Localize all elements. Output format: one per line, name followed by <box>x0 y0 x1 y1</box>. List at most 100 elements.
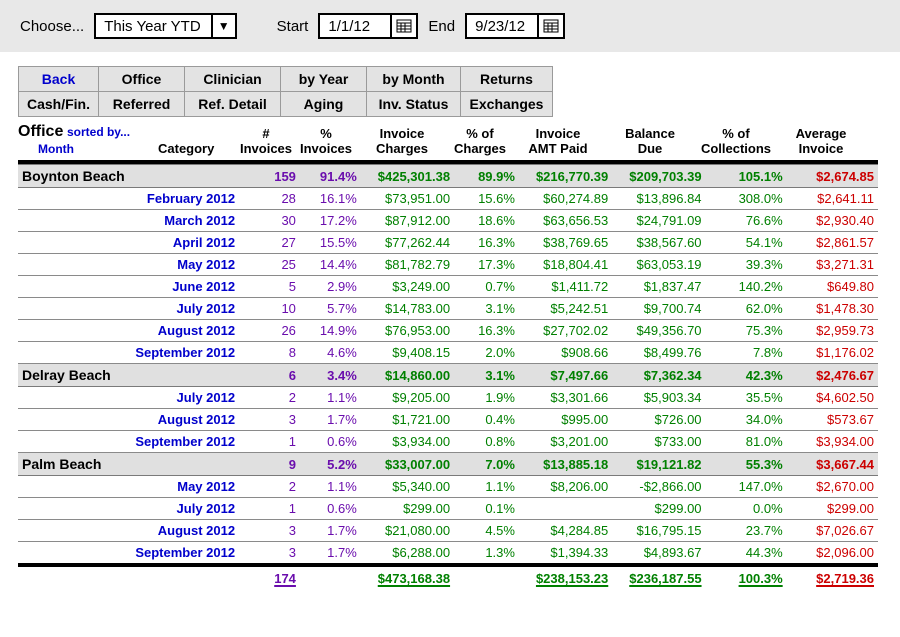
group-row[interactable]: Palm Beach95.2%$33,007.007.0%$13,885.18$… <box>18 453 878 476</box>
cell-paid: $908.66 <box>519 342 612 364</box>
group-name: Delray Beach <box>18 364 239 387</box>
cell-pct-charges: 17.3% <box>454 254 519 276</box>
cell-balance: $38,567.60 <box>612 232 705 254</box>
end-label: End <box>428 18 455 35</box>
tab-cash-fin[interactable]: Cash/Fin. <box>19 92 99 117</box>
tab-back[interactable]: Back <box>19 67 99 92</box>
cell-avg-invoice: $2,930.40 <box>787 210 878 232</box>
cell-pct-collections: 75.3% <box>706 320 787 342</box>
cell-num-invoices: 26 <box>239 320 300 342</box>
tab-office[interactable]: Office <box>99 67 185 92</box>
cell-avg-invoice: $649.80 <box>787 276 878 298</box>
detail-row[interactable]: April 20122715.5%$77,262.4416.3%$38,769.… <box>18 232 878 254</box>
group-name: Palm Beach <box>18 453 239 476</box>
cell-pct-collections: 42.3% <box>706 364 787 387</box>
cell-num-invoices: 25 <box>239 254 300 276</box>
cell-num-invoices: 28 <box>239 188 300 210</box>
cell-pct-charges: 15.6% <box>454 188 519 210</box>
cell-month: August 2012 <box>18 520 239 542</box>
cell-pct-charges: 3.1% <box>454 364 519 387</box>
tab-inv-status[interactable]: Inv. Status <box>367 92 461 117</box>
start-label: Start <box>277 18 309 35</box>
cell-pct-invoices: 1.7% <box>300 409 361 431</box>
tab-ref-detail[interactable]: Ref. Detail <box>185 92 281 117</box>
tab-referred[interactable]: Referred <box>99 92 185 117</box>
cell-pct-invoices: 17.2% <box>300 210 361 232</box>
detail-row[interactable]: May 20122514.4%$81,782.7917.3%$18,804.41… <box>18 254 878 276</box>
cell-pct-charges: 7.0% <box>454 453 519 476</box>
detail-row[interactable]: September 201231.7%$6,288.001.3%$1,394.3… <box>18 542 878 566</box>
cell-balance: $19,121.82 <box>612 453 705 476</box>
cell-balance: $209,703.39 <box>612 165 705 188</box>
detail-row[interactable]: July 201210.6%$299.000.1%$299.000.0%$299… <box>18 498 878 520</box>
cell-paid: $3,301.66 <box>519 387 612 409</box>
cell-paid: $8,206.00 <box>519 476 612 498</box>
header-num-invoices: #Invoices <box>236 126 296 156</box>
cell-pct-charges: 1.3% <box>454 542 519 566</box>
cell-month: April 2012 <box>18 232 239 254</box>
preset-dropdown[interactable]: This Year YTD ▼ <box>94 13 236 39</box>
cell-pct-invoices: 5.2% <box>300 453 361 476</box>
column-header: Office sorted by... Month Category #Invo… <box>18 123 878 164</box>
cell-num-invoices: 8 <box>239 342 300 364</box>
cell-num-invoices: 3 <box>239 520 300 542</box>
cell-charges: $9,205.00 <box>361 387 454 409</box>
total-avg-invoice: $2,719.36 <box>787 565 878 589</box>
tab-clinician[interactable]: Clinician <box>185 67 281 92</box>
total-num-invoices: 174 <box>239 565 300 589</box>
detail-row[interactable]: August 20122614.9%$76,953.0016.3%$27,702… <box>18 320 878 342</box>
cell-avg-invoice: $4,602.50 <box>787 387 878 409</box>
start-date-input[interactable]: 1/1/12 <box>318 13 418 39</box>
tab-by-year[interactable]: by Year <box>281 67 367 92</box>
cell-paid: $13,885.18 <box>519 453 612 476</box>
cell-avg-invoice: $1,478.30 <box>787 298 878 320</box>
cell-charges: $76,953.00 <box>361 320 454 342</box>
detail-row[interactable]: August 201231.7%$1,721.000.4%$995.00$726… <box>18 409 878 431</box>
cell-pct-charges: 4.5% <box>454 520 519 542</box>
grand-total-row: 174$473,168.38$238,153.23$236,187.55100.… <box>18 565 878 589</box>
cell-pct-invoices: 1.7% <box>300 520 361 542</box>
cell-charges: $73,951.00 <box>361 188 454 210</box>
detail-row[interactable]: June 201252.9%$3,249.000.7%$1,411.72$1,8… <box>18 276 878 298</box>
detail-row[interactable]: September 201210.6%$3,934.000.8%$3,201.0… <box>18 431 878 453</box>
cell-charges: $14,860.00 <box>361 364 454 387</box>
detail-row[interactable]: July 201221.1%$9,205.001.9%$3,301.66$5,9… <box>18 387 878 409</box>
cell-avg-invoice: $2,674.85 <box>787 165 878 188</box>
cell-balance: $5,903.34 <box>612 387 705 409</box>
detail-row[interactable]: February 20122816.1%$73,951.0015.6%$60,2… <box>18 188 878 210</box>
cell-pct-charges: 16.3% <box>454 320 519 342</box>
cell-balance: $9,700.74 <box>612 298 705 320</box>
cell-balance: $1,837.47 <box>612 276 705 298</box>
start-date-value: 1/1/12 <box>320 15 390 37</box>
cell-pct-collections: 62.0% <box>706 298 787 320</box>
cell-charges: $1,721.00 <box>361 409 454 431</box>
tab-exchanges[interactable]: Exchanges <box>461 92 553 117</box>
cell-month: May 2012 <box>18 476 239 498</box>
group-row[interactable]: Boynton Beach15991.4%$425,301.3889.9%$21… <box>18 165 878 188</box>
cell-balance: $24,791.09 <box>612 210 705 232</box>
cell-balance: $8,499.76 <box>612 342 705 364</box>
cell-pct-charges: 2.0% <box>454 342 519 364</box>
tab-by-month[interactable]: by Month <box>367 67 461 92</box>
cell-pct-collections: 140.2% <box>706 276 787 298</box>
cell-charges: $9,408.15 <box>361 342 454 364</box>
end-date-input[interactable]: 9/23/12 <box>465 13 565 39</box>
cell-pct-charges: 0.1% <box>454 498 519 520</box>
detail-row[interactable]: August 201231.7%$21,080.004.5%$4,284.85$… <box>18 520 878 542</box>
group-row[interactable]: Delray Beach63.4%$14,860.003.1%$7,497.66… <box>18 364 878 387</box>
cell-num-invoices: 30 <box>239 210 300 232</box>
tab-aging[interactable]: Aging <box>281 92 367 117</box>
cell-month: August 2012 <box>18 320 239 342</box>
cell-avg-invoice: $2,476.67 <box>787 364 878 387</box>
cell-pct-charges: 1.1% <box>454 476 519 498</box>
detail-row[interactable]: March 20123017.2%$87,912.0018.6%$63,656.… <box>18 210 878 232</box>
detail-row[interactable]: July 2012105.7%$14,783.003.1%$5,242.51$9… <box>18 298 878 320</box>
detail-row[interactable]: May 201221.1%$5,340.001.1%$8,206.00-$2,8… <box>18 476 878 498</box>
cell-avg-invoice: $3,934.00 <box>787 431 878 453</box>
detail-row[interactable]: September 201284.6%$9,408.152.0%$908.66$… <box>18 342 878 364</box>
cell-paid: $4,284.85 <box>519 520 612 542</box>
cell-month: June 2012 <box>18 276 239 298</box>
filter-bar: Choose... This Year YTD ▼ Start 1/1/12 E… <box>0 0 900 52</box>
tab-returns[interactable]: Returns <box>461 67 553 92</box>
cell-paid <box>519 498 612 520</box>
